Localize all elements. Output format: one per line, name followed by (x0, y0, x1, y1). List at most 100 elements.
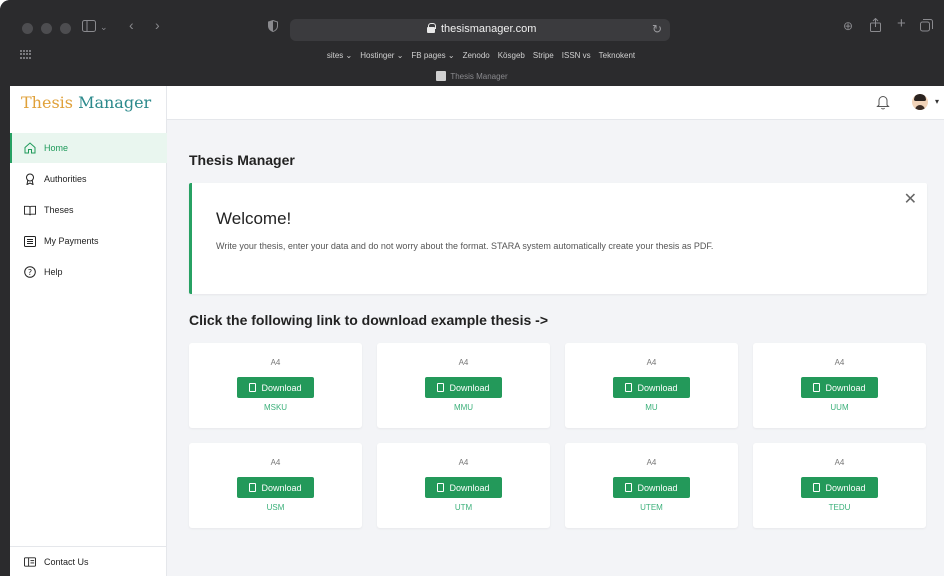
url-text: thesismanager.com (441, 23, 537, 35)
browser-chrome: ⌄ ‹ › thesismanager.com ↻ ⊕ + sites ⌄ Ho… (0, 0, 944, 86)
sidebar-item-theses[interactable]: Theses (10, 195, 167, 225)
shield-icon[interactable] (268, 19, 278, 35)
document-icon (437, 383, 445, 392)
thesis-card: A4 Download UUM (753, 343, 926, 428)
paper-size-label: A4 (458, 458, 469, 467)
paper-size-label: A4 (270, 458, 281, 467)
book-icon (24, 204, 36, 216)
tab-title-label: Thesis Manager (450, 72, 508, 81)
download-button-label: Download (449, 482, 490, 493)
bookmark-item[interactable]: Zenodo (463, 51, 490, 60)
brand-logo[interactable]: Thesis Manager (21, 93, 151, 112)
download-button[interactable]: Download (613, 377, 690, 398)
university-link[interactable]: USM (189, 503, 362, 512)
sidebar: Thesis Manager Home Authorities Theses M… (10, 86, 167, 576)
tab-overview-icon[interactable] (920, 19, 933, 35)
chevron-down-icon[interactable]: ⌄ (100, 20, 108, 34)
new-tab-icon[interactable]: + (897, 16, 906, 31)
tab-title[interactable]: Thesis Manager (0, 71, 944, 81)
contact-us-link[interactable]: Contact Us (10, 546, 167, 576)
thesis-card: A4 Download USM (189, 443, 362, 528)
sidebar-item-label: Help (44, 267, 63, 277)
bookmark-item[interactable]: ISSN vs (562, 51, 591, 60)
reload-icon[interactable]: ↻ (652, 22, 662, 36)
bookmark-item[interactable]: Teknokent (599, 51, 635, 60)
download-button-label: Download (825, 482, 866, 493)
university-link[interactable]: UUM (753, 403, 926, 412)
share-icon[interactable] (870, 17, 881, 35)
university-link[interactable]: MMU (377, 403, 550, 412)
bookmark-item[interactable]: Kösgeb (498, 51, 525, 60)
download-button[interactable]: Download (237, 477, 314, 498)
university-link[interactable]: MU (565, 403, 738, 412)
address-bar[interactable]: thesismanager.com ↻ (290, 19, 670, 41)
download-button[interactable]: Download (801, 477, 878, 498)
chevron-down-icon[interactable]: ▾ (935, 97, 939, 106)
thesis-cards-grid: A4 Download MSKU A4 Download MMU A4 Down… (189, 343, 927, 528)
university-link[interactable]: UTEM (565, 503, 738, 512)
sidebar-item-label: Home (44, 143, 69, 153)
download-button-label: Download (825, 382, 866, 393)
download-button-label: Download (261, 482, 302, 493)
download-button[interactable]: Download (801, 377, 878, 398)
document-icon (813, 483, 821, 492)
paper-size-label: A4 (270, 358, 281, 367)
welcome-text: Write your thesis, enter your data and d… (216, 241, 714, 251)
document-icon (249, 483, 257, 492)
university-link[interactable]: TEDU (753, 503, 926, 512)
bookmark-item[interactable]: Stripe (533, 51, 554, 60)
forward-icon[interactable]: › (155, 18, 160, 32)
close-window-button[interactable] (22, 23, 33, 34)
bookmark-item[interactable]: FB pages ⌄ (411, 51, 454, 60)
brand-part-2: Manager (78, 93, 152, 112)
sidebar-item-my-payments[interactable]: My Payments (10, 226, 167, 256)
download-section-title: Click the following link to download exa… (189, 312, 548, 328)
thesis-card: A4 Download MMU (377, 343, 550, 428)
sidebar-item-help[interactable]: ? Help (10, 257, 167, 287)
paper-size-label: A4 (834, 358, 845, 367)
paper-size-label: A4 (646, 358, 657, 367)
bookmark-item[interactable]: Hostinger ⌄ (360, 51, 403, 60)
page-title: Thesis Manager (189, 152, 295, 168)
sidebar-item-label: My Payments (44, 236, 99, 246)
back-icon[interactable]: ‹ (129, 18, 134, 32)
avatar[interactable] (912, 94, 928, 110)
university-link[interactable]: MSKU (189, 403, 362, 412)
sidebar-toggle-icon[interactable] (82, 20, 96, 35)
sidebar-item-home[interactable]: Home (10, 133, 167, 163)
thesis-card: A4 Download MSKU (189, 343, 362, 428)
lock-icon (427, 23, 436, 33)
sidebar-item-label: Theses (44, 205, 74, 215)
svg-text:?: ? (28, 268, 32, 277)
home-icon (24, 142, 36, 154)
close-icon[interactable]: ✕ (904, 189, 917, 209)
download-button[interactable]: Download (425, 477, 502, 498)
bell-icon[interactable] (876, 94, 890, 110)
badge-icon (24, 173, 36, 185)
paper-size-label: A4 (458, 358, 469, 367)
welcome-title: Welcome! (216, 209, 292, 228)
download-icon[interactable]: ⊕ (843, 19, 853, 33)
download-button[interactable]: Download (425, 377, 502, 398)
download-button-label: Download (261, 382, 302, 393)
window-controls (22, 23, 71, 34)
document-icon (813, 383, 821, 392)
thesis-card: A4 Download UTM (377, 443, 550, 528)
app-area: ▾ Thesis Manager Home Authorities Theses… (10, 86, 944, 576)
thesis-card: A4 Download MU (565, 343, 738, 428)
thesis-card: A4 Download TEDU (753, 443, 926, 528)
sidebar-nav: Home Authorities Theses My Payments ? He… (10, 133, 167, 288)
download-button[interactable]: Download (237, 377, 314, 398)
paper-size-label: A4 (646, 458, 657, 467)
minimize-window-button[interactable] (41, 23, 52, 34)
document-icon (625, 483, 633, 492)
bookmark-item[interactable]: sites ⌄ (327, 51, 352, 60)
sidebar-item-authorities[interactable]: Authorities (10, 164, 167, 194)
document-icon (437, 483, 445, 492)
download-button-label: Download (637, 382, 678, 393)
paper-size-label: A4 (834, 458, 845, 467)
browser-window: ⌄ ‹ › thesismanager.com ↻ ⊕ + sites ⌄ Ho… (0, 0, 944, 576)
zoom-window-button[interactable] (60, 23, 71, 34)
university-link[interactable]: UTM (377, 503, 550, 512)
download-button[interactable]: Download (613, 477, 690, 498)
